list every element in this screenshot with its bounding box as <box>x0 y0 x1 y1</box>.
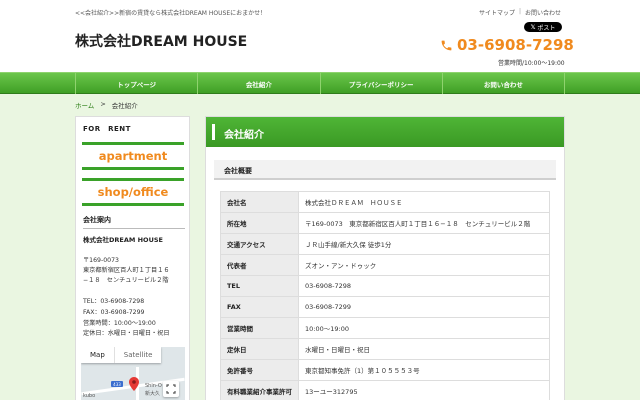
row-value: 東京都知事免許（1）第１０５５５３号 <box>298 359 550 381</box>
map-pin-icon[interactable] <box>129 377 139 391</box>
row-value: 〒169-0073 東京都新宿区百人町１丁目１６−１８ センチュリービル２階 <box>298 212 550 234</box>
breadcrumb-current: 会社紹介 <box>111 102 138 110</box>
map-tab-map[interactable]: Map <box>81 347 114 363</box>
google-map[interactable]: 433 Shin-O 新大久 kubo Map Satellite <box>81 347 185 400</box>
top-links-separator: | <box>519 8 522 15</box>
nav-item-company[interactable]: 会社紹介 <box>197 73 319 94</box>
section-heading: 会社概要 <box>214 160 556 180</box>
sitemap-link[interactable]: サイトマップ <box>479 8 515 17</box>
table-row: 会社名 株式会社ＤＲＥＡＭ ＨＯＵＳＥ <box>220 191 550 213</box>
x-post-label: ポスト <box>537 24 556 32</box>
sidebar-holidays: 定休日：水曜日・日曜日・祝日 <box>83 330 170 337</box>
table-row: 交通アクセス ＪＲ山手線/新大久保 徒歩1分 <box>220 233 550 255</box>
breadcrumb: ホーム > 会社紹介 <box>75 100 138 110</box>
breadcrumb-home[interactable]: ホーム <box>75 100 94 110</box>
row-key: 免許番号 <box>220 359 299 381</box>
map-label-station: Shin-O <box>145 383 162 389</box>
x-logo-icon: 𝕏 <box>530 23 536 31</box>
sidebar: FOR RENT apartment shop/office 会社案内 株式会社… <box>75 116 190 400</box>
map-route-badge: 433 <box>111 381 123 387</box>
row-key: TEL <box>220 275 299 297</box>
sidebar-hours: 営業時間：10:00〜19:00 <box>83 320 156 327</box>
row-value: 株式会社ＤＲＥＡＭ ＨＯＵＳＥ <box>298 191 550 213</box>
map-type-tabs: Map Satellite <box>81 347 162 363</box>
row-value: 水曜日・日曜日・祝日 <box>298 338 550 360</box>
sidebar-fax: FAX：03-6908-7299 <box>83 309 145 316</box>
row-key: 営業時間 <box>220 317 299 339</box>
map-fullscreen-button[interactable] <box>163 381 179 397</box>
row-value: 03-6908-7299 <box>298 296 550 318</box>
row-key: FAX <box>220 296 299 318</box>
table-row: 代表者 ズオン・アン・ドゥック <box>220 254 550 276</box>
page-title-bar: 会社紹介 <box>206 117 564 147</box>
contact-top-link[interactable]: お問い合わせ <box>525 8 561 17</box>
row-value: 13ーユー312795 <box>298 380 550 400</box>
main-nav: トップページ 会社紹介 プライバシーポリシー お問い合わせ <box>0 72 640 94</box>
row-key: 有料職業紹介事業許可 <box>220 380 299 400</box>
page-title: 会社紹介 <box>224 130 264 141</box>
table-row: 免許番号 東京都知事免許（1）第１０５５５３号 <box>220 359 550 381</box>
map-label-station-jp: 新大久 <box>145 391 161 397</box>
row-key: 会社名 <box>220 191 299 213</box>
main-content: 会社紹介 会社概要 会社名 株式会社ＤＲＥＡＭ ＨＯＵＳＥ 所在地 〒169-007… <box>205 116 565 400</box>
section-heading-label: 会社概要 <box>224 167 252 175</box>
phone-number[interactable]: 03-6908-7298 <box>457 36 574 54</box>
table-row: 有料職業紹介事業許可 13ーユー312795 <box>220 380 550 400</box>
site-header: <<会社紹介>>新宿の賃貸なら株式会社DREAM HOUSEにおまかせ！ サイト… <box>0 0 640 72</box>
sidebar-company-name: 株式会社DREAM HOUSE <box>83 236 163 244</box>
phone-icon <box>441 40 452 50</box>
row-key: 交通アクセス <box>220 233 299 255</box>
x-post-button[interactable]: 𝕏 ポスト <box>524 22 562 32</box>
row-key: 所在地 <box>220 212 299 234</box>
table-row: 定休日 水曜日・日曜日・祝日 <box>220 338 550 360</box>
shop-office-banner[interactable]: shop/office <box>82 178 184 206</box>
apartment-banner[interactable]: apartment <box>82 142 184 170</box>
sidebar-address-1: 東京都新宿区百人町１丁目１６ <box>83 267 170 274</box>
nav-item-privacy[interactable]: プライバシーポリシー <box>319 73 442 94</box>
nav-item-top[interactable]: トップページ <box>75 73 197 94</box>
table-row: TEL 03-6908-7298 <box>220 275 550 297</box>
sidebar-postal: 〒169-0073 <box>83 257 119 264</box>
sidebar-tel: TEL：03-6908-7298 <box>83 298 145 305</box>
row-value: 03-6908-7298 <box>298 275 550 297</box>
map-label-okubo: kubo <box>83 393 96 399</box>
row-key: 代表者 <box>220 254 299 276</box>
table-row: FAX 03-6908-7299 <box>220 296 550 318</box>
header-tagline: <<会社紹介>>新宿の賃貸なら株式会社DREAM HOUSEにおまかせ！ <box>75 10 267 17</box>
fullscreen-icon <box>166 384 176 394</box>
business-hours: 営業時間/10:00〜19:00 <box>498 60 565 67</box>
for-rent-heading: FOR RENT <box>83 125 131 133</box>
sidebar-address-2: −１８ センチュリービル２階 <box>83 277 169 284</box>
nav-item-contact[interactable]: お問い合わせ <box>441 73 565 94</box>
row-value: ズオン・アン・ドゥック <box>298 254 550 276</box>
map-tab-satellite[interactable]: Satellite <box>113 347 162 363</box>
top-links: サイトマップ | お問い合わせ <box>479 8 561 17</box>
row-key: 定休日 <box>220 338 299 360</box>
breadcrumb-separator: > <box>100 100 106 108</box>
company-info-table: 会社名 株式会社ＤＲＥＡＭ ＨＯＵＳＥ 所在地 〒169-0073 東京都新宿区百人… <box>220 191 550 400</box>
company-info-heading: 会社案内 <box>83 215 185 229</box>
title-accent <box>212 124 215 140</box>
row-value: ＪＲ山手線/新大久保 徒歩1分 <box>298 233 550 255</box>
row-value: 10:00〜19:00 <box>298 317 550 339</box>
table-row: 営業時間 10:00〜19:00 <box>220 317 550 339</box>
site-title[interactable]: 株式会社DREAM HOUSE <box>75 31 247 51</box>
phone-block: 03-6908-7298 <box>440 36 574 54</box>
table-row: 所在地 〒169-0073 東京都新宿区百人町１丁目１６−１８ センチュリービル２… <box>220 212 550 234</box>
